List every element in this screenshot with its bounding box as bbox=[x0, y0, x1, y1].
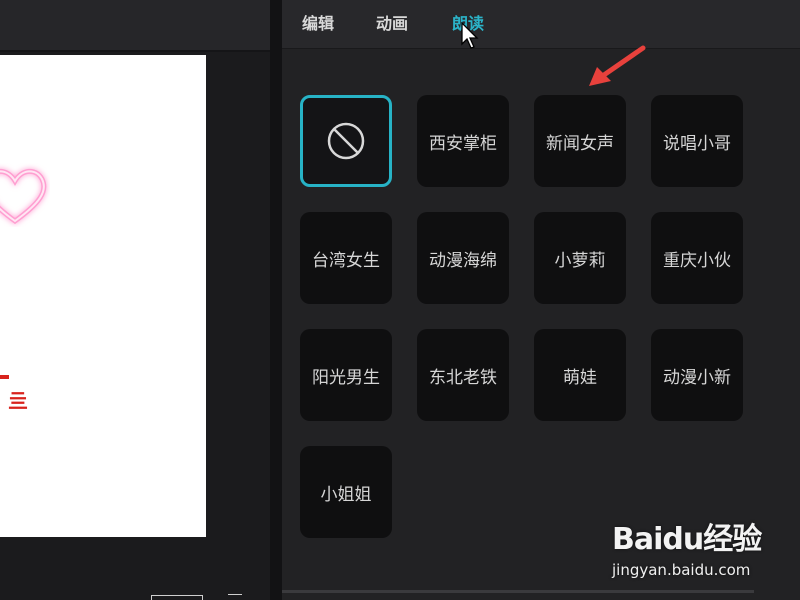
voice-tile[interactable]: 台湾女生 bbox=[300, 212, 392, 304]
voice-tile[interactable]: 动漫小新 bbox=[651, 329, 743, 421]
preview-toolbar bbox=[0, 0, 270, 52]
tab-animation[interactable]: 动画 bbox=[376, 10, 408, 34]
mouse-cursor-icon bbox=[461, 22, 479, 49]
voice-tile[interactable]: 阳光男生 bbox=[300, 329, 392, 421]
tab-bar: 编辑 动画 朗读 bbox=[282, 0, 800, 49]
watermark-url: jingyan.baidu.com bbox=[612, 561, 751, 579]
prohibit-icon bbox=[327, 122, 365, 160]
properties-panel: 编辑 动画 朗读 西安掌柜 新闻女声 说唱小哥 台湾女生 动漫海绵 小萝莉 重庆… bbox=[282, 0, 800, 600]
voice-tile[interactable]: 说唱小哥 bbox=[651, 95, 743, 187]
aspect-ratio-button[interactable] bbox=[151, 595, 203, 600]
voice-tile[interactable]: 新闻女声 bbox=[534, 95, 626, 187]
voice-tile[interactable]: 小萝莉 bbox=[534, 212, 626, 304]
neon-heart-icon bbox=[0, 168, 47, 225]
baidu-jingyan-watermark: Baidu经验 jingyan.baidu.com bbox=[612, 514, 782, 584]
preview-panel: 亖 bbox=[0, 0, 270, 600]
app-window: 亖 编辑 动画 朗读 西安掌柜 新闻女声 说唱小哥 台湾女生 动漫海绵 小萝莉 bbox=[0, 0, 800, 600]
voice-tile[interactable]: 小姐姐 bbox=[300, 446, 392, 538]
voice-tile[interactable]: 萌娃 bbox=[534, 329, 626, 421]
scroll-track bbox=[282, 590, 754, 593]
red-text-mark: 亖 bbox=[8, 389, 28, 413]
watermark-logo: Baidu经验 bbox=[612, 522, 762, 557]
panel-divider[interactable] bbox=[270, 0, 282, 600]
voice-tile[interactable]: 重庆小伙 bbox=[651, 212, 743, 304]
voice-tile[interactable]: 西安掌柜 bbox=[417, 95, 509, 187]
tab-edit[interactable]: 编辑 bbox=[302, 10, 334, 34]
annotation-arrow-icon bbox=[589, 45, 646, 86]
preview-canvas[interactable]: 亖 bbox=[0, 55, 206, 537]
fullscreen-icon[interactable] bbox=[228, 594, 242, 600]
voice-tile[interactable]: 动漫海绵 bbox=[417, 212, 509, 304]
red-text-fragment bbox=[0, 375, 9, 379]
voice-tile[interactable]: 东北老铁 bbox=[417, 329, 509, 421]
voice-none-button[interactable] bbox=[300, 95, 392, 187]
